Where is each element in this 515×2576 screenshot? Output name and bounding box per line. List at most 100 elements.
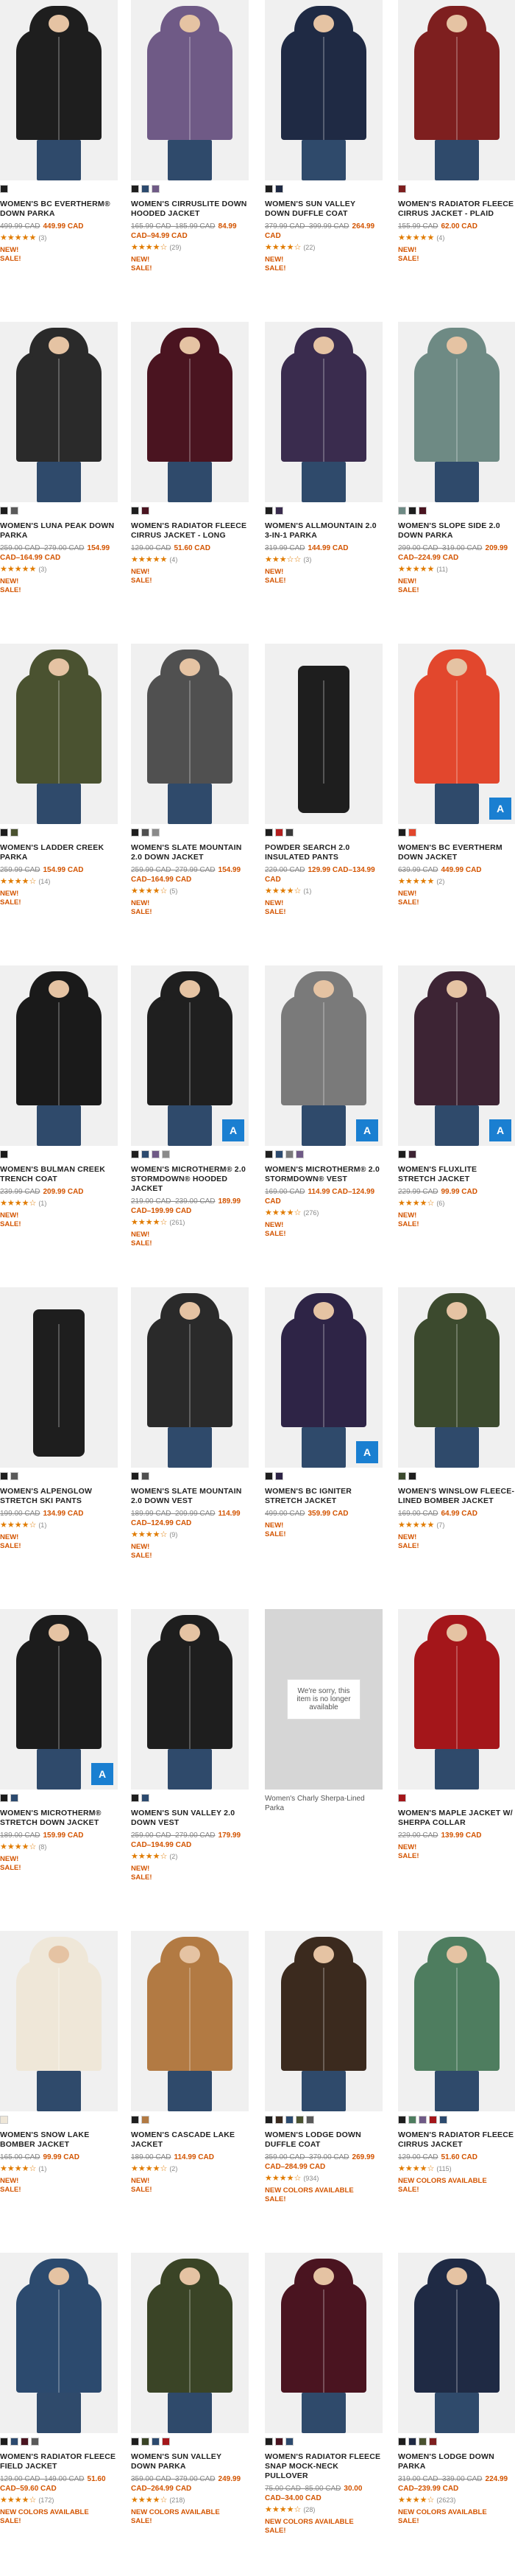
product-image[interactable] [131,2253,249,2433]
product-name[interactable]: WOMEN'S RADIATOR FLEECE FIELD JACKET [0,2452,118,2471]
product-image[interactable] [398,1931,515,2111]
product-name[interactable]: WOMEN'S WINSLOW FLEECE-LINED BOMBER JACK… [398,1487,515,1506]
product-name[interactable]: POWDER SEARCH 2.0 INSULATED PANTS [265,843,383,862]
product-card[interactable]: A WOMEN'S MICROTHERM® 2.0 STORMDOWN® VEST… [265,965,383,1282]
product-image[interactable] [131,0,249,180]
color-swatch[interactable] [265,507,273,515]
color-swatch[interactable] [398,1150,406,1158]
color-swatch[interactable] [152,2438,160,2446]
product-name[interactable]: WOMEN'S MICROTHERM® STRETCH DOWN JACKET [0,1809,118,1828]
color-swatch[interactable] [141,2116,149,2124]
star-rating[interactable]: ★★★★★ (4) [131,555,249,565]
product-name[interactable]: WOMEN'S RADIATOR FLEECE CIRRUS JACKET - … [131,521,249,541]
product-image[interactable] [131,1287,249,1468]
star-rating[interactable]: ★★★★☆ (1) [0,1199,118,1208]
product-name[interactable]: WOMEN'S LADDER CREEK PARKA [0,843,118,862]
color-swatch[interactable] [152,828,160,837]
product-name[interactable]: WOMEN'S RADIATOR FLEECE SNAP MOCK-NECK P… [265,2452,383,2481]
color-swatch[interactable] [398,1794,406,1802]
color-swatch[interactable] [21,2438,29,2446]
star-rating[interactable]: ★★★★★ (11) [398,565,515,574]
color-swatch[interactable] [398,2116,406,2124]
star-rating[interactable]: ★★★★☆ (1) [265,887,383,896]
product-image[interactable] [0,644,118,824]
product-name[interactable]: WOMEN'S SLATE MOUNTAIN 2.0 DOWN VEST [131,1487,249,1506]
product-card[interactable]: WOMEN'S CIRRUSLITE DOWN HOODED JACKET 165… [131,0,249,317]
product-name[interactable]: WOMEN'S CIRRUSLITE DOWN HOODED JACKET [131,200,249,219]
color-swatch[interactable] [275,1472,283,1480]
product-card[interactable]: POWDER SEARCH 2.0 INSULATED PANTS 229.00 … [265,644,383,960]
product-card[interactable]: WOMEN'S SUN VALLEY DOWN DUFFLE COAT 379.9… [265,0,383,317]
product-image[interactable] [0,0,118,180]
product-image[interactable] [131,322,249,502]
color-swatch[interactable] [398,1472,406,1480]
product-card[interactable]: A WOMEN'S MICROTHERM® STRETCH DOWN JACKET… [0,1609,118,1926]
star-rating[interactable]: ★★★★☆ (172) [0,2496,118,2505]
star-rating[interactable]: ★★★★☆ (1) [0,1521,118,1530]
product-name[interactable]: WOMEN'S SUN VALLEY DOWN PARKA [131,2452,249,2471]
color-swatch[interactable] [141,1150,149,1158]
product-image[interactable] [0,1931,118,2111]
color-swatch[interactable] [419,2116,427,2124]
product-image[interactable] [398,322,515,502]
color-swatch[interactable] [306,2116,314,2124]
color-swatch[interactable] [296,1150,304,1158]
product-image[interactable]: We're sorry, this item is no longer avai… [265,1609,383,1790]
color-swatch[interactable] [0,1794,8,1802]
color-swatch[interactable] [439,2116,447,2124]
color-swatch[interactable] [408,828,416,837]
color-swatch[interactable] [408,507,416,515]
product-card[interactable]: WOMEN'S LUNA PEAK DOWN PARKA 259.00 CAD–2… [0,322,118,638]
color-swatch[interactable] [131,1794,139,1802]
color-swatch[interactable] [429,2116,437,2124]
product-name[interactable]: WOMEN'S LODGE DOWN DUFFLE COAT [265,2130,383,2150]
star-rating[interactable]: ★★★★☆ (2623) [398,2496,515,2505]
color-swatch[interactable] [429,2438,437,2446]
product-name[interactable]: WOMEN'S CASCADE LAKE JACKET [131,2130,249,2150]
product-name[interactable]: WOMEN'S MICROTHERM® 2.0 STORMDOWN® HOODE… [131,1165,249,1194]
product-name[interactable]: WOMEN'S SLATE MOUNTAIN 2.0 DOWN JACKET [131,843,249,862]
color-swatch[interactable] [152,1150,160,1158]
color-swatch[interactable] [141,828,149,837]
product-image[interactable] [398,2253,515,2433]
star-rating[interactable]: ★★★★☆ (261) [131,1218,249,1228]
color-swatch[interactable] [0,1150,8,1158]
product-image[interactable]: A [398,644,515,824]
product-image[interactable] [398,0,515,180]
product-image[interactable] [265,1931,383,2111]
product-image[interactable]: A [398,965,515,1146]
product-image[interactable] [0,965,118,1146]
color-swatch[interactable] [10,2438,18,2446]
color-swatch[interactable] [398,185,406,193]
color-swatch[interactable] [408,2116,416,2124]
color-swatch[interactable] [296,2116,304,2124]
star-rating[interactable]: ★★★★☆ (276) [265,1208,383,1218]
star-rating[interactable]: ★★★★☆ (22) [265,243,383,253]
star-rating[interactable]: ★★★★☆ (29) [131,243,249,253]
product-card[interactable]: WOMEN'S MAPLE JACKET W/ SHERPA COLLAR 229… [398,1609,515,1926]
color-swatch[interactable] [265,2438,273,2446]
product-name[interactable]: WOMEN'S SUN VALLEY DOWN DUFFLE COAT [265,200,383,219]
product-card[interactable]: A WOMEN'S MICROTHERM® 2.0 STORMDOWN® HOOD… [131,965,249,1282]
product-card[interactable]: WOMEN'S SNOW LAKE BOMBER JACKET 165.00 CA… [0,1931,118,2248]
product-image[interactable]: A [265,965,383,1146]
star-rating[interactable]: ★★★★☆ (28) [265,2505,383,2515]
star-rating[interactable]: ★★★★☆ (2) [131,2164,249,2174]
product-card[interactable]: WOMEN'S LADDER CREEK PARKA 259.99 CAD 154.… [0,644,118,960]
color-swatch[interactable] [131,828,139,837]
color-swatch[interactable] [275,1150,283,1158]
product-image[interactable] [265,2253,383,2433]
color-swatch[interactable] [265,1472,273,1480]
star-rating[interactable]: ★★★★☆ (934) [265,2174,383,2183]
product-card[interactable]: WOMEN'S RADIATOR FLEECE CIRRUS JACKET - … [131,322,249,638]
product-card[interactable]: WOMEN'S ALLMOUNTAIN 2.0 3-IN-1 PARKA 319.… [265,322,383,638]
product-name[interactable]: WOMEN'S MICROTHERM® 2.0 STORMDOWN® VEST [265,1165,383,1184]
product-card[interactable]: We're sorry, this item is no longer avai… [265,1609,383,1926]
product-image[interactable] [398,1287,515,1468]
product-name[interactable]: WOMEN'S ALLMOUNTAIN 2.0 3-IN-1 PARKA [265,521,383,541]
star-rating[interactable]: ★★★★★ (7) [398,1521,515,1530]
color-swatch[interactable] [141,507,149,515]
color-swatch[interactable] [398,507,406,515]
star-rating[interactable]: ★★★★☆ (2) [131,1852,249,1862]
color-swatch[interactable] [10,828,18,837]
